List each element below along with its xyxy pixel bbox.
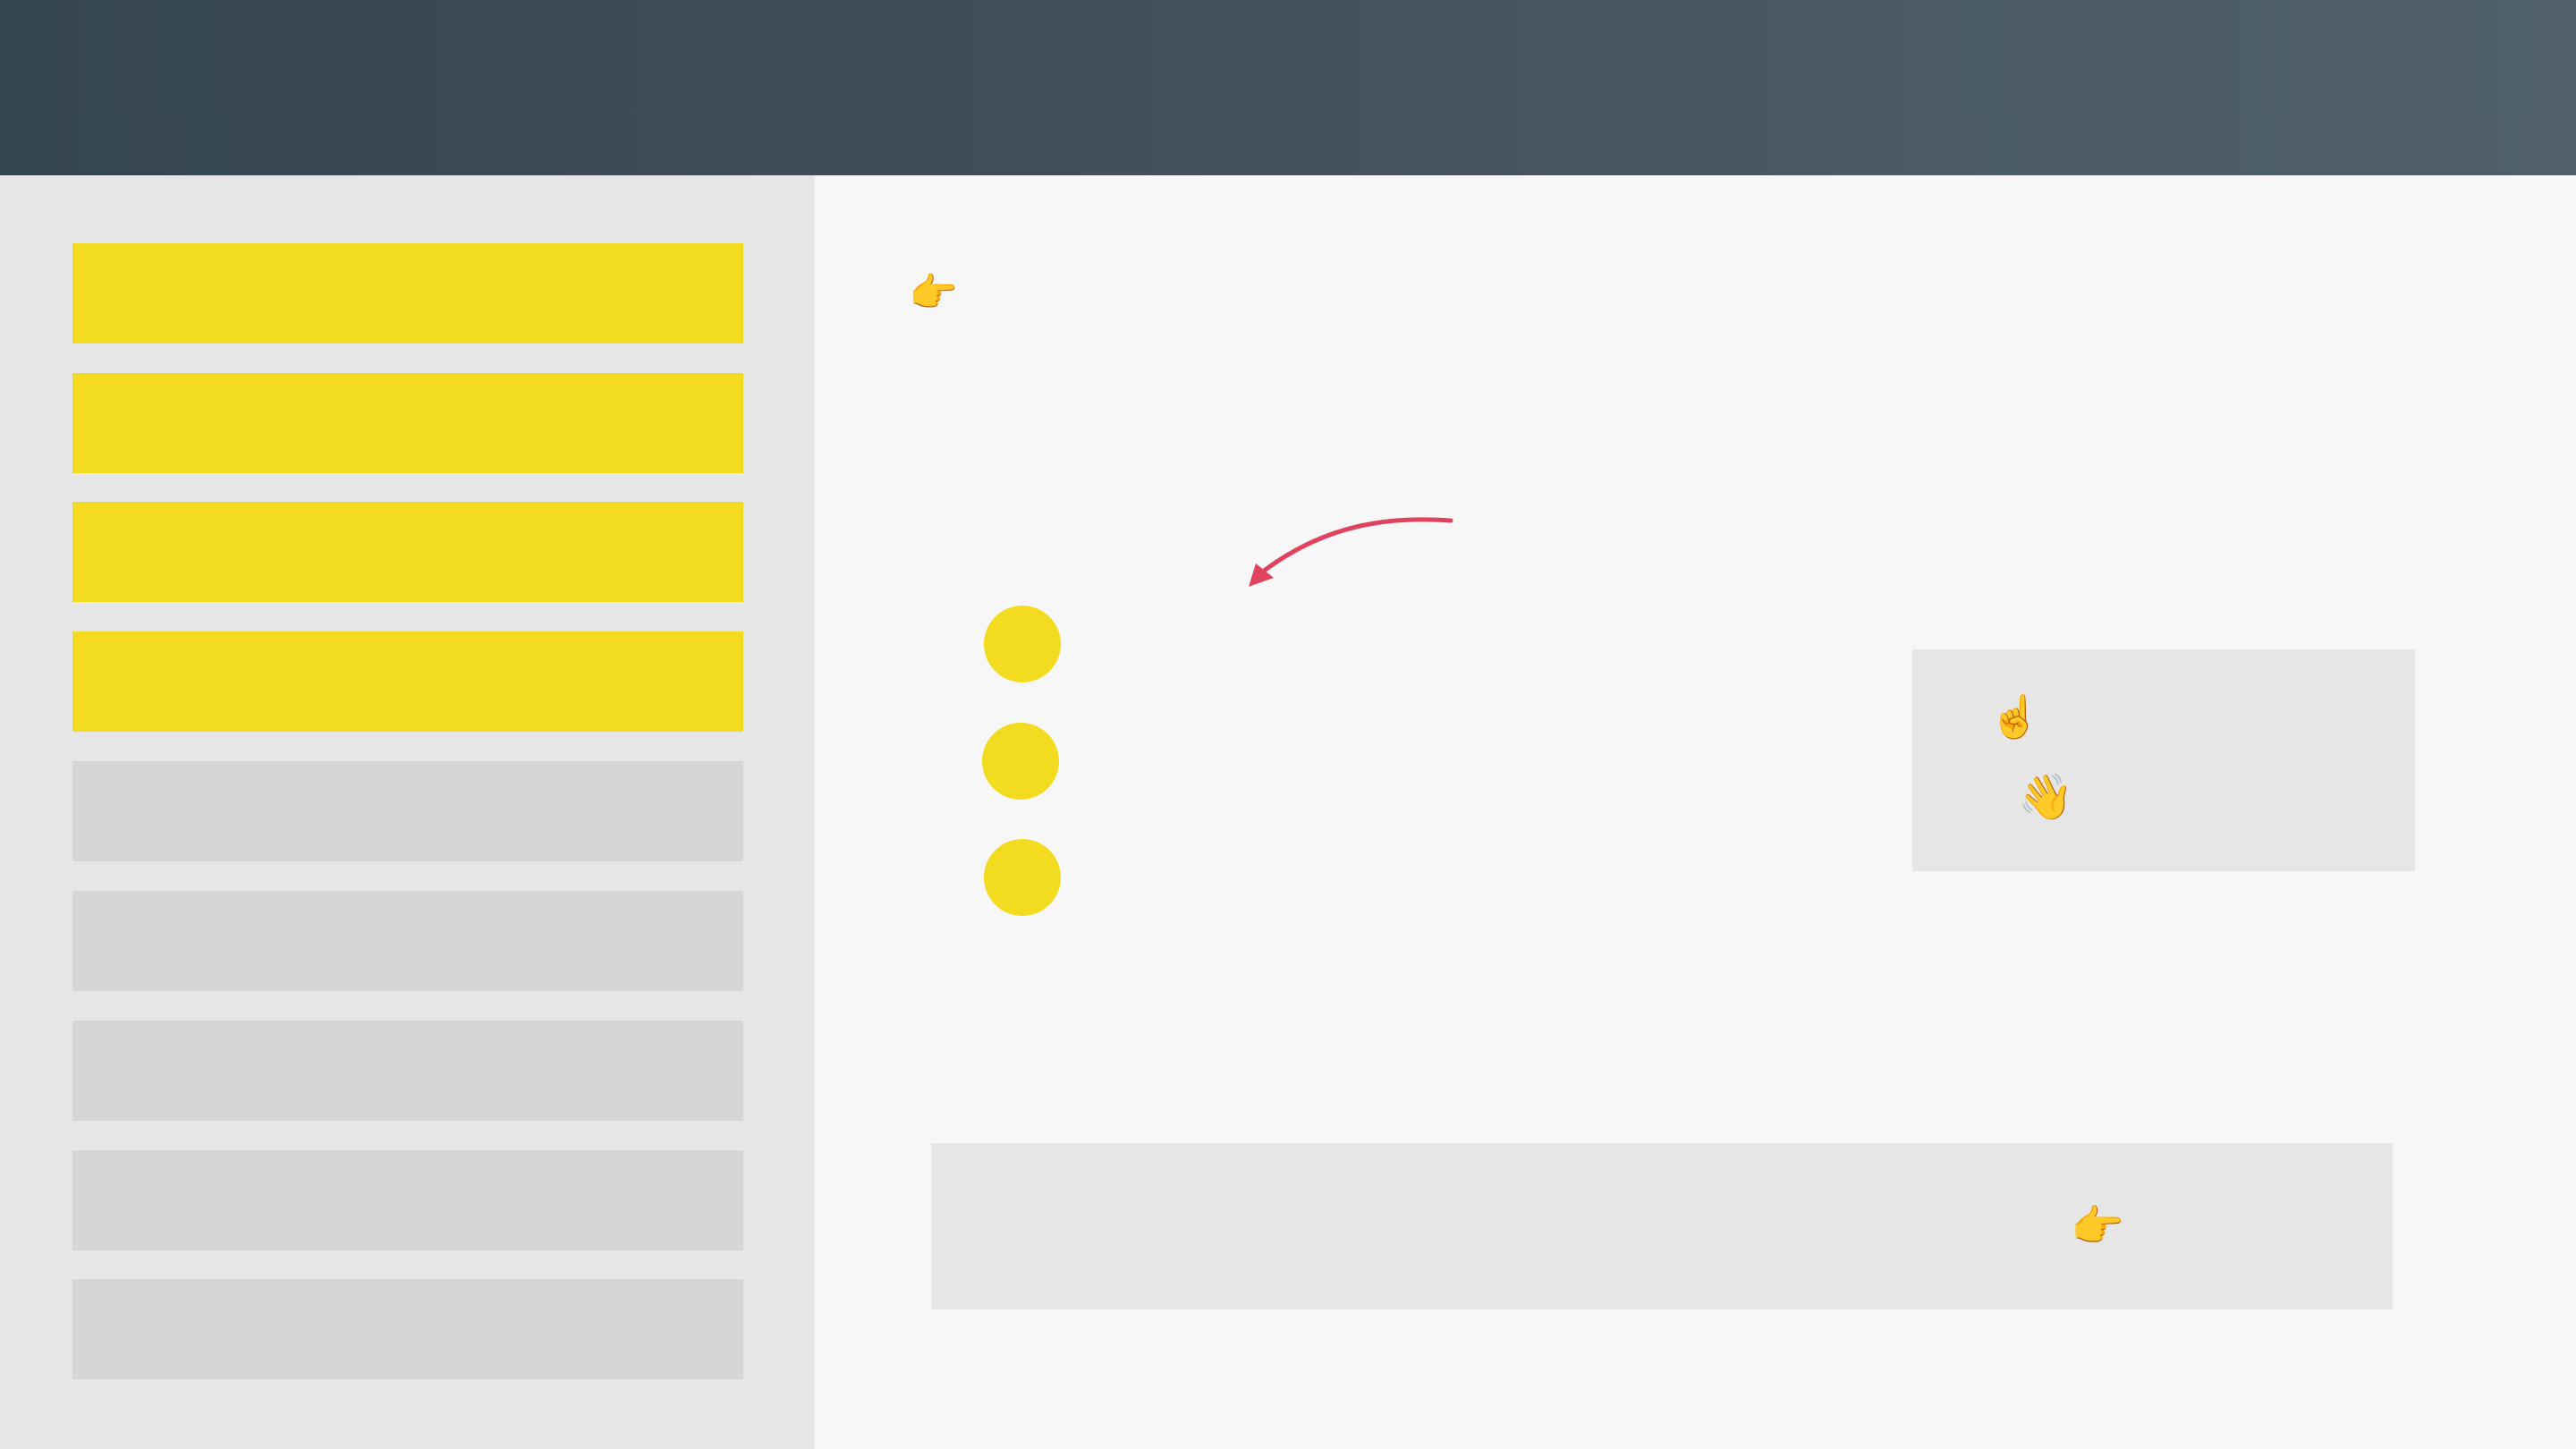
pointing-right-hand-icon: 👉	[909, 270, 958, 316]
sidebar-item-6[interactable]	[72, 891, 743, 991]
sidebar-item-7[interactable]	[72, 1021, 743, 1121]
sidebar-item-5[interactable]	[72, 761, 743, 861]
yellow-dot[interactable]	[982, 723, 1059, 800]
sidebar-item-9[interactable]	[72, 1279, 743, 1379]
top-header-bar	[0, 0, 2576, 175]
yellow-dot[interactable]	[984, 839, 1061, 916]
curved-arrow-icon	[1249, 517, 1453, 587]
index-pointing-up-icon: ☝️	[1989, 692, 2041, 741]
sidebar-item-2[interactable]	[72, 373, 743, 473]
sidebar-item-1[interactable]	[72, 243, 743, 343]
sidebar-item-3[interactable]	[72, 502, 743, 602]
pointing-right-hand-icon: 👉	[2071, 1201, 2124, 1251]
app-window: 👉 ☝️ 👋 👉	[0, 0, 2576, 1449]
side-panel: ☝️ 👋	[1912, 649, 2415, 871]
waving-hand-icon: 👋	[2018, 771, 2074, 823]
yellow-dot[interactable]	[984, 606, 1061, 682]
bottom-panel: 👉	[931, 1143, 2393, 1309]
sidebar-item-4[interactable]	[72, 631, 743, 732]
sidebar-item-8[interactable]	[72, 1150, 743, 1250]
sidebar	[0, 175, 815, 1449]
